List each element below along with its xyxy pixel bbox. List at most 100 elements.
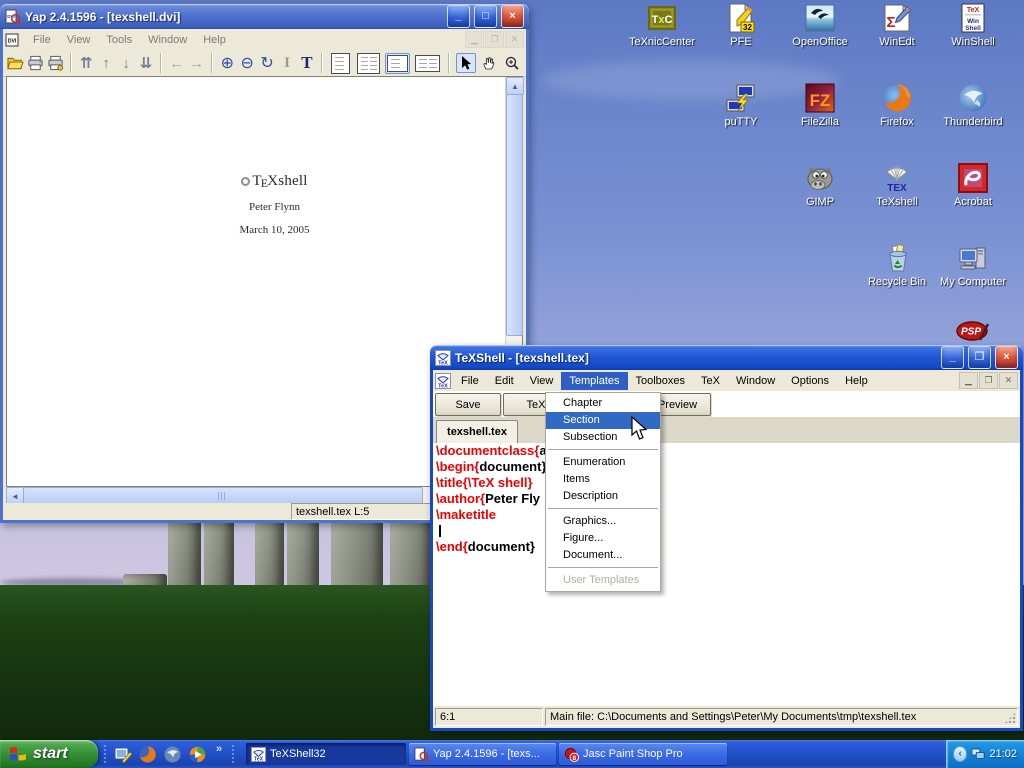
- ruler-tool-icon[interactable]: I: [279, 52, 296, 74]
- yap-close-button[interactable]: ×: [501, 5, 524, 28]
- menu-item-chapter[interactable]: Chapter: [546, 395, 660, 412]
- desktop-icon-openoffice[interactable]: OpenOffice: [781, 2, 859, 48]
- media-player-icon[interactable]: [188, 745, 207, 764]
- texshell-close-button[interactable]: ×: [995, 346, 1018, 369]
- thunderbird-quicklaunch-icon[interactable]: [163, 745, 182, 764]
- texshell-mdi-minimize-button[interactable]: ▁: [959, 372, 978, 389]
- desktop-icon-firefox[interactable]: Firefox: [858, 82, 936, 128]
- quicklaunch-overflow-chevron[interactable]: »: [216, 743, 222, 755]
- desktop-icon-label: My Computer: [934, 276, 1012, 288]
- svg-text:Σ: Σ: [886, 14, 895, 31]
- texshell-minimize-button[interactable]: _: [941, 346, 964, 369]
- open-icon[interactable]: [7, 52, 24, 74]
- taskbar-button-texshell32[interactable]: TeX TeXShell32: [246, 743, 406, 765]
- menu-item-description[interactable]: Description: [546, 488, 660, 505]
- text-tool-icon[interactable]: T: [299, 52, 316, 74]
- desktop-icon-my-computer[interactable]: My Computer: [934, 242, 1012, 288]
- print-setup-icon[interactable]: [47, 52, 64, 74]
- yap-menu-help[interactable]: Help: [195, 31, 234, 49]
- menu-item-enumeration[interactable]: Enumeration: [546, 454, 660, 471]
- scroll-up-button[interactable]: ▲: [506, 77, 524, 95]
- zoom-in-icon[interactable]: ⊕: [219, 52, 236, 74]
- texshell-menu-options[interactable]: Options: [783, 372, 837, 390]
- hand-tool-icon[interactable]: [479, 53, 499, 73]
- back-icon[interactable]: ←: [168, 52, 185, 74]
- yap-menu-view[interactable]: View: [59, 31, 99, 49]
- next-page-icon[interactable]: ↓: [118, 52, 135, 74]
- yap-menu-file[interactable]: File: [25, 31, 59, 49]
- desktop-icon-gimp[interactable]: GIMP: [781, 162, 859, 208]
- forward-icon[interactable]: →: [188, 52, 205, 74]
- yap-mdi-close-button[interactable]: ✕: [505, 31, 524, 48]
- texshell-restore-button[interactable]: ❐: [968, 346, 991, 369]
- tray-collapse-chevron[interactable]: ‹: [953, 746, 967, 762]
- yap-window-title: Yap 2.4.1596 - [texshell.dvi]: [25, 10, 443, 24]
- desktop-icon-psp[interactable]: PSP: [936, 320, 1008, 344]
- desktop-icon-texshell[interactable]: TEX TeXshell: [858, 162, 936, 208]
- yap-menu-tools[interactable]: Tools: [98, 31, 140, 49]
- taskbar-button-paintshoppro[interactable]: 8 Jasc Paint Shop Pro: [559, 743, 727, 765]
- last-page-icon[interactable]: ⇊: [138, 52, 155, 74]
- start-button[interactable]: start: [0, 740, 98, 768]
- previous-page-icon[interactable]: ↑: [98, 52, 115, 74]
- texshell-mdi-restore-button[interactable]: ❐: [979, 372, 998, 389]
- texshell-menu-templates[interactable]: Templates: [561, 372, 627, 390]
- two-page-view-icon[interactable]: [413, 53, 442, 74]
- tab-texshell-tex[interactable]: texshell.tex: [436, 420, 518, 443]
- putty-icon: [725, 82, 757, 114]
- network-icon[interactable]: [971, 747, 985, 761]
- menu-item-document[interactable]: Document...: [546, 547, 660, 564]
- yap-mdi-minimize-button[interactable]: ▁: [465, 31, 484, 48]
- resize-grip[interactable]: [1004, 712, 1016, 724]
- desktop-icon-putty[interactable]: puTTY: [702, 82, 780, 128]
- save-button[interactable]: Save: [435, 393, 501, 416]
- desktop-icon-winedt[interactable]: Σ WinEdt: [858, 2, 936, 48]
- yap-app-icon: DVI: [5, 9, 21, 25]
- print-icon[interactable]: [27, 52, 44, 74]
- texshell-editor[interactable]: \documentclass{a \begin{document} \title…: [433, 443, 1020, 706]
- menu-item-items[interactable]: Items: [546, 471, 660, 488]
- firefox-quicklaunch-icon[interactable]: [138, 745, 157, 764]
- desktop-icon-thunderbird[interactable]: Thunderbird: [934, 82, 1012, 128]
- desktop-icon-filezilla[interactable]: FZ FileZilla: [781, 82, 859, 128]
- texshell-mdi-close-button[interactable]: ✕: [999, 372, 1018, 389]
- yap-mdi-restore-button[interactable]: ❐: [485, 31, 504, 48]
- desktop-icon-recycle-bin[interactable]: Recycle Bin: [858, 242, 936, 288]
- desktop-icon-pfe[interactable]: 32 PFE: [702, 2, 780, 48]
- single-page-view-icon[interactable]: [329, 51, 352, 76]
- continuous-view-icon[interactable]: [355, 51, 382, 76]
- texshell-menu-view[interactable]: View: [522, 372, 562, 390]
- texshell-menu-window[interactable]: Window: [728, 372, 783, 390]
- show-desktop-icon[interactable]: [113, 745, 132, 764]
- refresh-icon[interactable]: ↻: [259, 52, 276, 74]
- magnify-tool-icon[interactable]: [502, 53, 522, 73]
- desktop-icon-label: TeXshell: [858, 196, 936, 208]
- scroll-thumb[interactable]: [23, 487, 423, 504]
- yap-minimize-button[interactable]: _: [447, 5, 470, 28]
- select-tool-icon[interactable]: [456, 53, 476, 73]
- texshell-menu-file[interactable]: File: [453, 372, 487, 390]
- my-computer-icon: [957, 242, 989, 274]
- desktop-icon-acrobat[interactable]: Acrobat: [934, 162, 1012, 208]
- menu-item-figure[interactable]: Figure...: [546, 530, 660, 547]
- texshell-menu-help[interactable]: Help: [837, 372, 876, 390]
- yap-menu-window[interactable]: Window: [140, 31, 195, 49]
- menu-item-graphics[interactable]: Graphics...: [546, 513, 660, 530]
- zoom-out-icon[interactable]: ⊖: [239, 52, 256, 74]
- openoffice-icon: [804, 2, 836, 34]
- menu-item-user-templates[interactable]: User Templates: [546, 572, 660, 589]
- first-page-icon[interactable]: ⇈: [78, 52, 95, 74]
- scroll-thumb[interactable]: [506, 94, 523, 336]
- texshell-menu-tex[interactable]: TeX: [693, 372, 728, 390]
- taskbar-button-yap[interactable]: Yap 2.4.1596 - [texs...: [409, 743, 556, 765]
- desktop-icon-winshell[interactable]: TeXWinShell WinShell: [934, 2, 1012, 48]
- texshell-menu-edit[interactable]: Edit: [487, 372, 522, 390]
- desktop-icon-texniccenter[interactable]: TxC TeXnicCenter: [623, 2, 701, 48]
- page-width-view-icon[interactable]: [385, 53, 410, 74]
- dvi-author: Peter Flynn: [202, 201, 347, 213]
- texshell-titlebar[interactable]: TeX TeXShell - [texshell.tex] _ ❐ ×: [430, 345, 1023, 370]
- texshell-menu-toolboxes[interactable]: Toolboxes: [628, 372, 694, 390]
- winedt-icon: Σ: [881, 2, 913, 34]
- yap-titlebar[interactable]: DVI Yap 2.4.1596 - [texshell.dvi] _ □ ×: [0, 4, 529, 29]
- yap-maximize-button[interactable]: □: [474, 5, 497, 28]
